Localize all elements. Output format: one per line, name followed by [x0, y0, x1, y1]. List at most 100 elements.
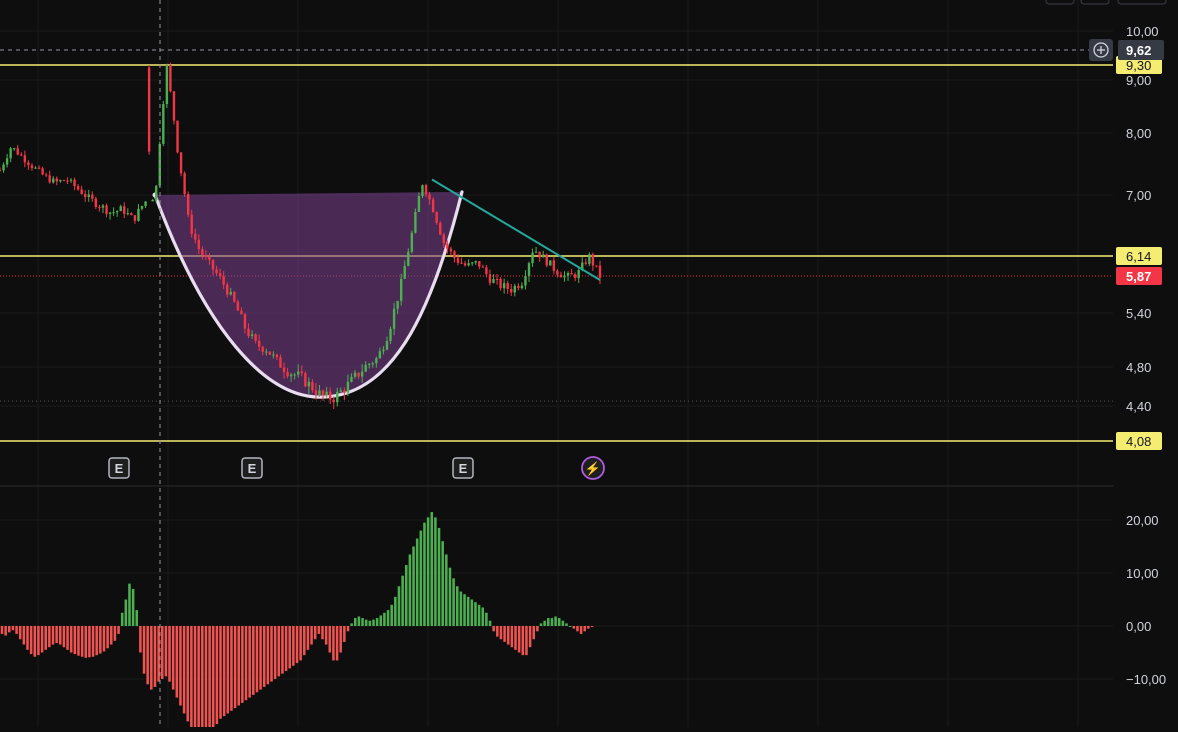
candle-body — [435, 212, 438, 223]
histogram-bar — [106, 626, 109, 649]
candle-body — [502, 283, 506, 289]
candle-body — [55, 178, 59, 182]
candle-body — [87, 194, 90, 197]
histogram-bar — [368, 620, 372, 626]
histogram-bar — [539, 623, 543, 626]
candle-body — [84, 194, 87, 197]
histogram-bar — [321, 626, 324, 640]
candle-body — [27, 162, 30, 166]
oscillator-histogram — [0, 512, 594, 732]
candle-body — [226, 284, 229, 295]
histogram-bar — [69, 626, 73, 653]
histogram-bar — [211, 626, 215, 730]
candle-body — [566, 273, 570, 276]
candle-body — [510, 288, 513, 293]
candle-body — [300, 371, 303, 374]
candle-body — [321, 390, 325, 396]
candle-body — [517, 285, 520, 289]
candle-body — [375, 358, 378, 364]
histogram-bar — [335, 626, 339, 661]
histogram-bar — [288, 626, 291, 669]
level-price-badge-label: 6,14 — [1126, 249, 1151, 264]
candle-body — [314, 390, 318, 395]
histogram-bar — [445, 554, 448, 626]
histogram-bar — [131, 588, 135, 626]
histogram-bar — [455, 586, 459, 626]
price-axis[interactable]: 10,00 9,00 8,00 7,00 5,40 4,80 4,40 20,00 10,00 0… — [1045, 0, 1178, 727]
candle-body — [297, 371, 300, 375]
histogram-bar — [284, 626, 288, 672]
histogram-bar — [590, 626, 594, 628]
candle-body — [186, 194, 190, 215]
candle-body — [577, 270, 580, 279]
candle-body — [364, 364, 367, 372]
histogram-bar — [168, 626, 171, 682]
histogram-bar — [390, 604, 393, 626]
candle-body — [591, 254, 595, 266]
candle-body — [215, 269, 218, 274]
flash-icon: ⚡ — [585, 461, 601, 477]
histogram-bar — [554, 616, 557, 626]
candle-body — [304, 373, 307, 387]
candle-body — [481, 266, 485, 268]
histogram-bar — [364, 619, 368, 626]
histogram-bar — [40, 626, 44, 653]
candle-body — [513, 285, 516, 293]
candle-body — [339, 390, 343, 392]
histogram-bar — [423, 522, 426, 626]
histogram-bar — [499, 626, 503, 640]
histogram-bar — [346, 626, 350, 632]
chart-canvas[interactable]: E E E ⚡ 10,009,008,007,005,404,804,4020,001… — [0, 0, 1178, 732]
candle-body — [559, 274, 563, 278]
candle-body — [20, 154, 23, 156]
histogram-bar — [91, 626, 95, 657]
candle-body — [346, 381, 350, 393]
histogram-bar — [510, 626, 514, 648]
histogram-bar — [375, 618, 379, 626]
candle-body — [552, 260, 556, 271]
earnings-marker-label: E — [115, 461, 124, 476]
trading-chart[interactable]: E E E ⚡ 10,00 9,00 8,00 7,00 5,40 4,80 4,40 20,00 1… — [0, 0, 1178, 732]
candle-body — [492, 278, 495, 283]
candle-body — [165, 64, 169, 105]
event-markers[interactable]: E E E ⚡ — [108, 456, 605, 480]
histogram-bar — [332, 626, 335, 661]
candle-body — [243, 314, 247, 329]
candle-body — [9, 148, 12, 159]
histogram-bar — [561, 620, 565, 626]
histogram-bar — [299, 626, 302, 661]
candle-body — [119, 206, 122, 212]
candle-body — [41, 168, 44, 175]
histogram-bar — [150, 626, 153, 690]
toolbar-button[interactable] — [1045, 0, 1075, 5]
histogram-bar — [262, 626, 266, 687]
histogram-bar — [88, 626, 91, 658]
candle-body — [485, 267, 488, 275]
histogram-bar — [160, 626, 164, 679]
histogram-bar — [153, 626, 157, 687]
candle-body — [254, 334, 257, 341]
toolbar-button[interactable] — [1080, 0, 1110, 5]
toolbar-button[interactable] — [1117, 0, 1167, 5]
histogram-bar — [448, 567, 452, 626]
candle-body — [520, 285, 524, 289]
histogram-bar — [477, 604, 481, 626]
candle-body — [101, 205, 105, 208]
price-tick-label: 5,40 — [1126, 306, 1151, 321]
oscillator-tick-label: 20,00 — [1126, 513, 1159, 528]
candle-body — [410, 232, 414, 252]
candle-body — [229, 292, 232, 295]
candle-body — [385, 340, 389, 350]
histogram-bar — [66, 626, 69, 650]
histogram-bar — [255, 626, 259, 693]
candle-body — [44, 174, 48, 176]
price-tick-label: 7,00 — [1126, 188, 1151, 203]
histogram-bar — [339, 626, 342, 653]
candle-body — [353, 372, 357, 377]
candle-body — [169, 64, 172, 92]
candle-body — [357, 372, 360, 377]
candle-body — [151, 199, 154, 202]
candle-body — [73, 179, 76, 187]
histogram-bar — [26, 626, 29, 650]
candle-body — [428, 194, 431, 200]
